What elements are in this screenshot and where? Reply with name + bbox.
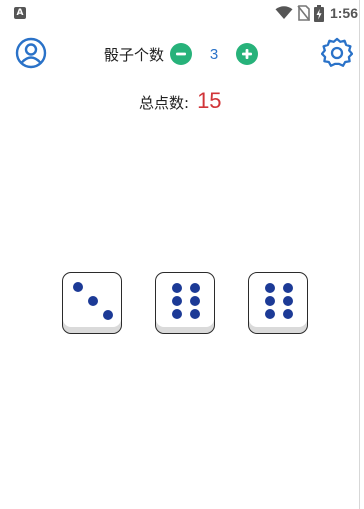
die-pip (172, 296, 182, 306)
die-pip (73, 282, 83, 292)
die-pip (265, 309, 275, 319)
user-circle-icon (15, 37, 47, 73)
die-pips (172, 283, 200, 319)
die-pip (190, 296, 200, 306)
settings-button[interactable] (319, 37, 355, 73)
die-pip (172, 283, 182, 293)
plus-circle-icon (241, 45, 253, 64)
die-pip (283, 309, 293, 319)
status-icons: 1:56 (275, 4, 360, 22)
die-pip (190, 309, 200, 319)
die-pips (265, 283, 293, 319)
die-pip (265, 296, 275, 306)
status-bar: A 1:56 (0, 0, 360, 26)
die-pip (88, 296, 98, 306)
total-points-value: 15 (197, 88, 222, 113)
die-1[interactable] (62, 272, 122, 334)
die-pip (283, 296, 293, 306)
dice-count-stepper: 骰子个数 3 (104, 41, 259, 67)
dice-count-label: 骰子个数 (104, 45, 165, 64)
dice-area (0, 272, 360, 338)
increase-dice-button[interactable] (236, 43, 259, 65)
die-pip (283, 283, 293, 293)
app-screen: A 1:56 骰子个数 3 总点数: 15 (0, 0, 360, 509)
die-3[interactable] (248, 272, 308, 334)
gear-icon (320, 37, 354, 73)
notification-app-icon: A (14, 7, 26, 19)
no-sim-icon (297, 5, 310, 21)
die-pip (190, 283, 200, 293)
decrease-dice-button[interactable] (170, 43, 193, 65)
battery-charging-icon (313, 4, 324, 22)
total-points-label: 总点数: (139, 94, 190, 112)
total-points: 总点数: 15 (139, 88, 222, 116)
wifi-icon (275, 6, 293, 20)
minus-circle-icon (175, 45, 187, 64)
profile-button[interactable] (13, 37, 49, 73)
die-pip (265, 283, 275, 293)
die-pips (73, 282, 113, 320)
die-pip (172, 309, 182, 319)
status-time: 1:56 (329, 5, 358, 21)
dice-count-value: 3 (209, 45, 219, 63)
die-2[interactable] (155, 272, 215, 334)
die-pip (103, 310, 113, 320)
